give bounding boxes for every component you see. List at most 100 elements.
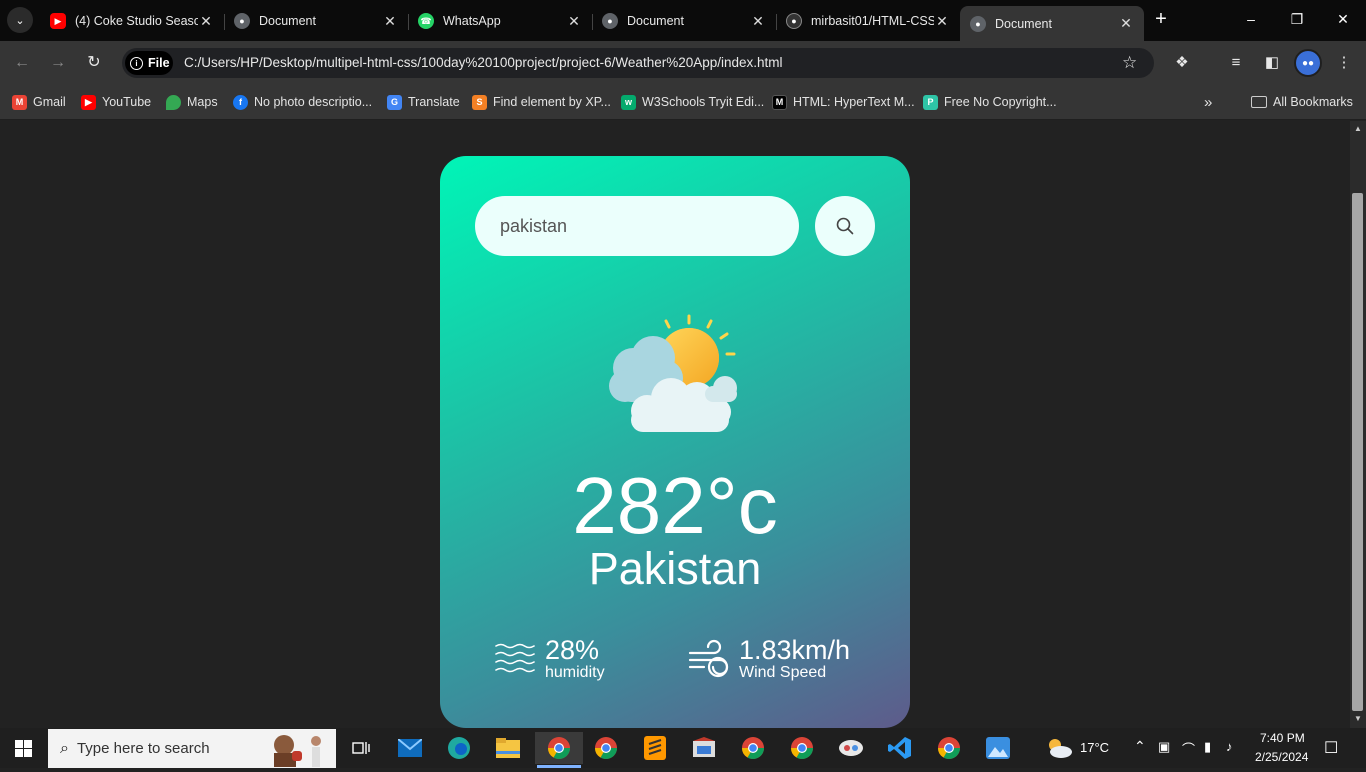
extensions-puzzle-icon[interactable]: ❖ [1172,53,1192,73]
globe-icon: ● [602,13,618,29]
bookmark-mdn[interactable]: M HTML: HyperText M... [772,93,915,111]
gmail-icon: M [12,94,27,110]
tab-title: Document [995,16,1052,31]
chrome-profile-4-icon[interactable] [933,732,965,764]
bookmark-label: Free No Copyright... [944,95,1057,109]
close-icon[interactable]: ✕ [750,13,766,30]
forward-arrow-icon[interactable]: → [46,51,70,75]
clock-time[interactable]: 7:40 PM [1260,731,1305,745]
temperature-value: 282°c [572,461,778,550]
search-icon: ⌕ [60,739,69,757]
wifi-icon[interactable]: ⌒ [1182,739,1195,758]
sublime-text-icon[interactable] [639,732,671,764]
bookmark-label: YouTube [102,95,152,109]
site-info-chip[interactable]: i File [125,51,173,75]
paint-app-icon[interactable] [688,732,720,764]
chrome-profile-2-icon[interactable] [737,732,769,764]
bookmark-youtube[interactable]: ▶ YouTube [81,93,151,111]
windows-start-icon[interactable] [15,740,32,757]
humidity-block: 28% humidity [495,636,605,682]
close-icon[interactable]: ✕ [1118,15,1134,32]
close-icon[interactable]: ✕ [934,13,950,30]
back-arrow-icon[interactable]: ← [10,51,34,75]
bookmark-w3schools[interactable]: w W3Schools Tryit Edi... [621,93,764,111]
stackoverflow-icon: S [472,94,487,110]
bookmark-facebook[interactable]: f No photo descriptio... [233,93,372,111]
bookmark-label: No photo descriptio... [254,95,373,109]
bookmark-pixabay[interactable]: P Free No Copyright... [923,93,1057,111]
scroll-up-arrow-icon[interactable]: ▲ [1352,124,1364,134]
chrome-profile-icon[interactable] [590,732,622,764]
restore-icon[interactable]: ❐ [1282,8,1312,30]
tray-chevron-up-icon[interactable]: ⌃ [1134,738,1146,755]
profile-avatar[interactable]: ●● [1294,49,1322,77]
mail-app-icon[interactable] [394,732,426,764]
chrome-profile-3-icon[interactable] [786,732,818,764]
globe-icon: ● [970,15,986,32]
notifications-icon[interactable]: ☐ [1324,738,1338,758]
globe-icon: ● [234,13,250,29]
all-bookmarks-folder[interactable]: All Bookmarks [1251,93,1353,111]
bookmark-label: Maps [187,95,218,109]
tab-document-1[interactable]: ● Document ✕ [224,6,408,36]
taskbar-search-placeholder: Type here to search [76,740,210,757]
close-icon[interactable]: ✕ [198,13,214,30]
menu-kebab-icon[interactable]: ⋮ [1334,53,1354,73]
minimize-icon[interactable]: – [1236,8,1266,30]
edge-browser-icon[interactable] [443,732,475,764]
tab-whatsapp[interactable]: ☎ WhatsApp ✕ [408,6,592,36]
side-panel-icon[interactable]: ◧ [1262,53,1282,73]
window-close-icon[interactable]: ✕ [1328,8,1358,30]
bookmark-stackoverflow[interactable]: S Find element by XP... [472,93,611,111]
scrollbar-thumb[interactable] [1352,193,1363,711]
bookmark-label: Translate [408,95,460,109]
more-bookmarks-chevron-icon[interactable]: » [1204,93,1212,111]
volume-icon[interactable]: ♪ [1226,739,1233,754]
tab-list: ▶ (4) Coke Studio Season ✕ ● Document ✕ … [40,6,1144,41]
taskbar-weather-temp[interactable]: 17°C [1080,740,1109,755]
media-queue-icon[interactable]: ≡ [1226,53,1246,73]
github-icon: ● [786,13,802,29]
weather-partly-cloudy-icon[interactable] [1045,736,1073,760]
search-button[interactable] [815,196,875,256]
whatsapp-icon: ☎ [418,13,434,29]
close-icon[interactable]: ✕ [382,13,398,30]
tab-document-2[interactable]: ● Document ✕ [592,6,776,36]
tab-document-active[interactable]: ● Document ✕ [960,6,1144,41]
task-view-icon[interactable] [345,732,377,764]
bookmark-gmail[interactable]: M Gmail [12,93,66,111]
tab-github[interactable]: ● mirbasit01/HTML-CSS ✕ [776,6,960,36]
reload-icon[interactable]: ↻ [82,51,106,75]
search-highlight-illustration [264,731,332,767]
url-scheme-label: File [148,56,170,70]
mdn-icon: M [772,94,787,110]
bookmark-label: W3Schools Tryit Edi... [642,95,765,109]
tab-search-chevron-icon[interactable]: ⌄ [7,7,33,33]
file-explorer-icon[interactable] [492,732,524,764]
url-text[interactable]: C:/Users/HP/Desktop/multipel-html-css/10… [184,55,783,70]
vscode-icon[interactable] [884,732,916,764]
youtube-icon: ▶ [81,94,96,110]
new-tab-plus-icon[interactable]: + [1150,8,1172,30]
info-icon: i [130,56,143,70]
scroll-down-arrow-icon[interactable]: ▼ [1352,714,1364,724]
city-search-input[interactable] [475,196,799,256]
facebook-icon: f [233,94,248,110]
bookmark-maps[interactable]: Maps [166,93,218,111]
bookmark-translate[interactable]: G Translate [387,93,460,111]
close-icon[interactable]: ✕ [566,13,582,30]
weather-card: 282°c Pakistan 28% humidity 1.83km [440,156,910,728]
meet-now-icon[interactable]: ▣ [1158,739,1170,755]
folder-icon [1251,96,1267,108]
taskbar-search-box[interactable]: ⌕ Type here to search [48,729,336,768]
pixabay-icon: P [923,94,938,110]
bookmark-star-icon[interactable]: ☆ [1122,53,1137,73]
chrome-active-window-icon[interactable] [535,732,583,768]
tab-coke-studio[interactable]: ▶ (4) Coke Studio Season ✕ [40,6,224,36]
translate-icon: G [387,94,402,110]
snipping-tool-icon[interactable] [835,732,867,764]
battery-icon[interactable]: ▮ [1204,739,1211,755]
clock-date[interactable]: 2/25/2024 [1255,750,1308,764]
photos-app-icon[interactable] [982,732,1014,764]
tab-title: WhatsApp [443,14,501,28]
